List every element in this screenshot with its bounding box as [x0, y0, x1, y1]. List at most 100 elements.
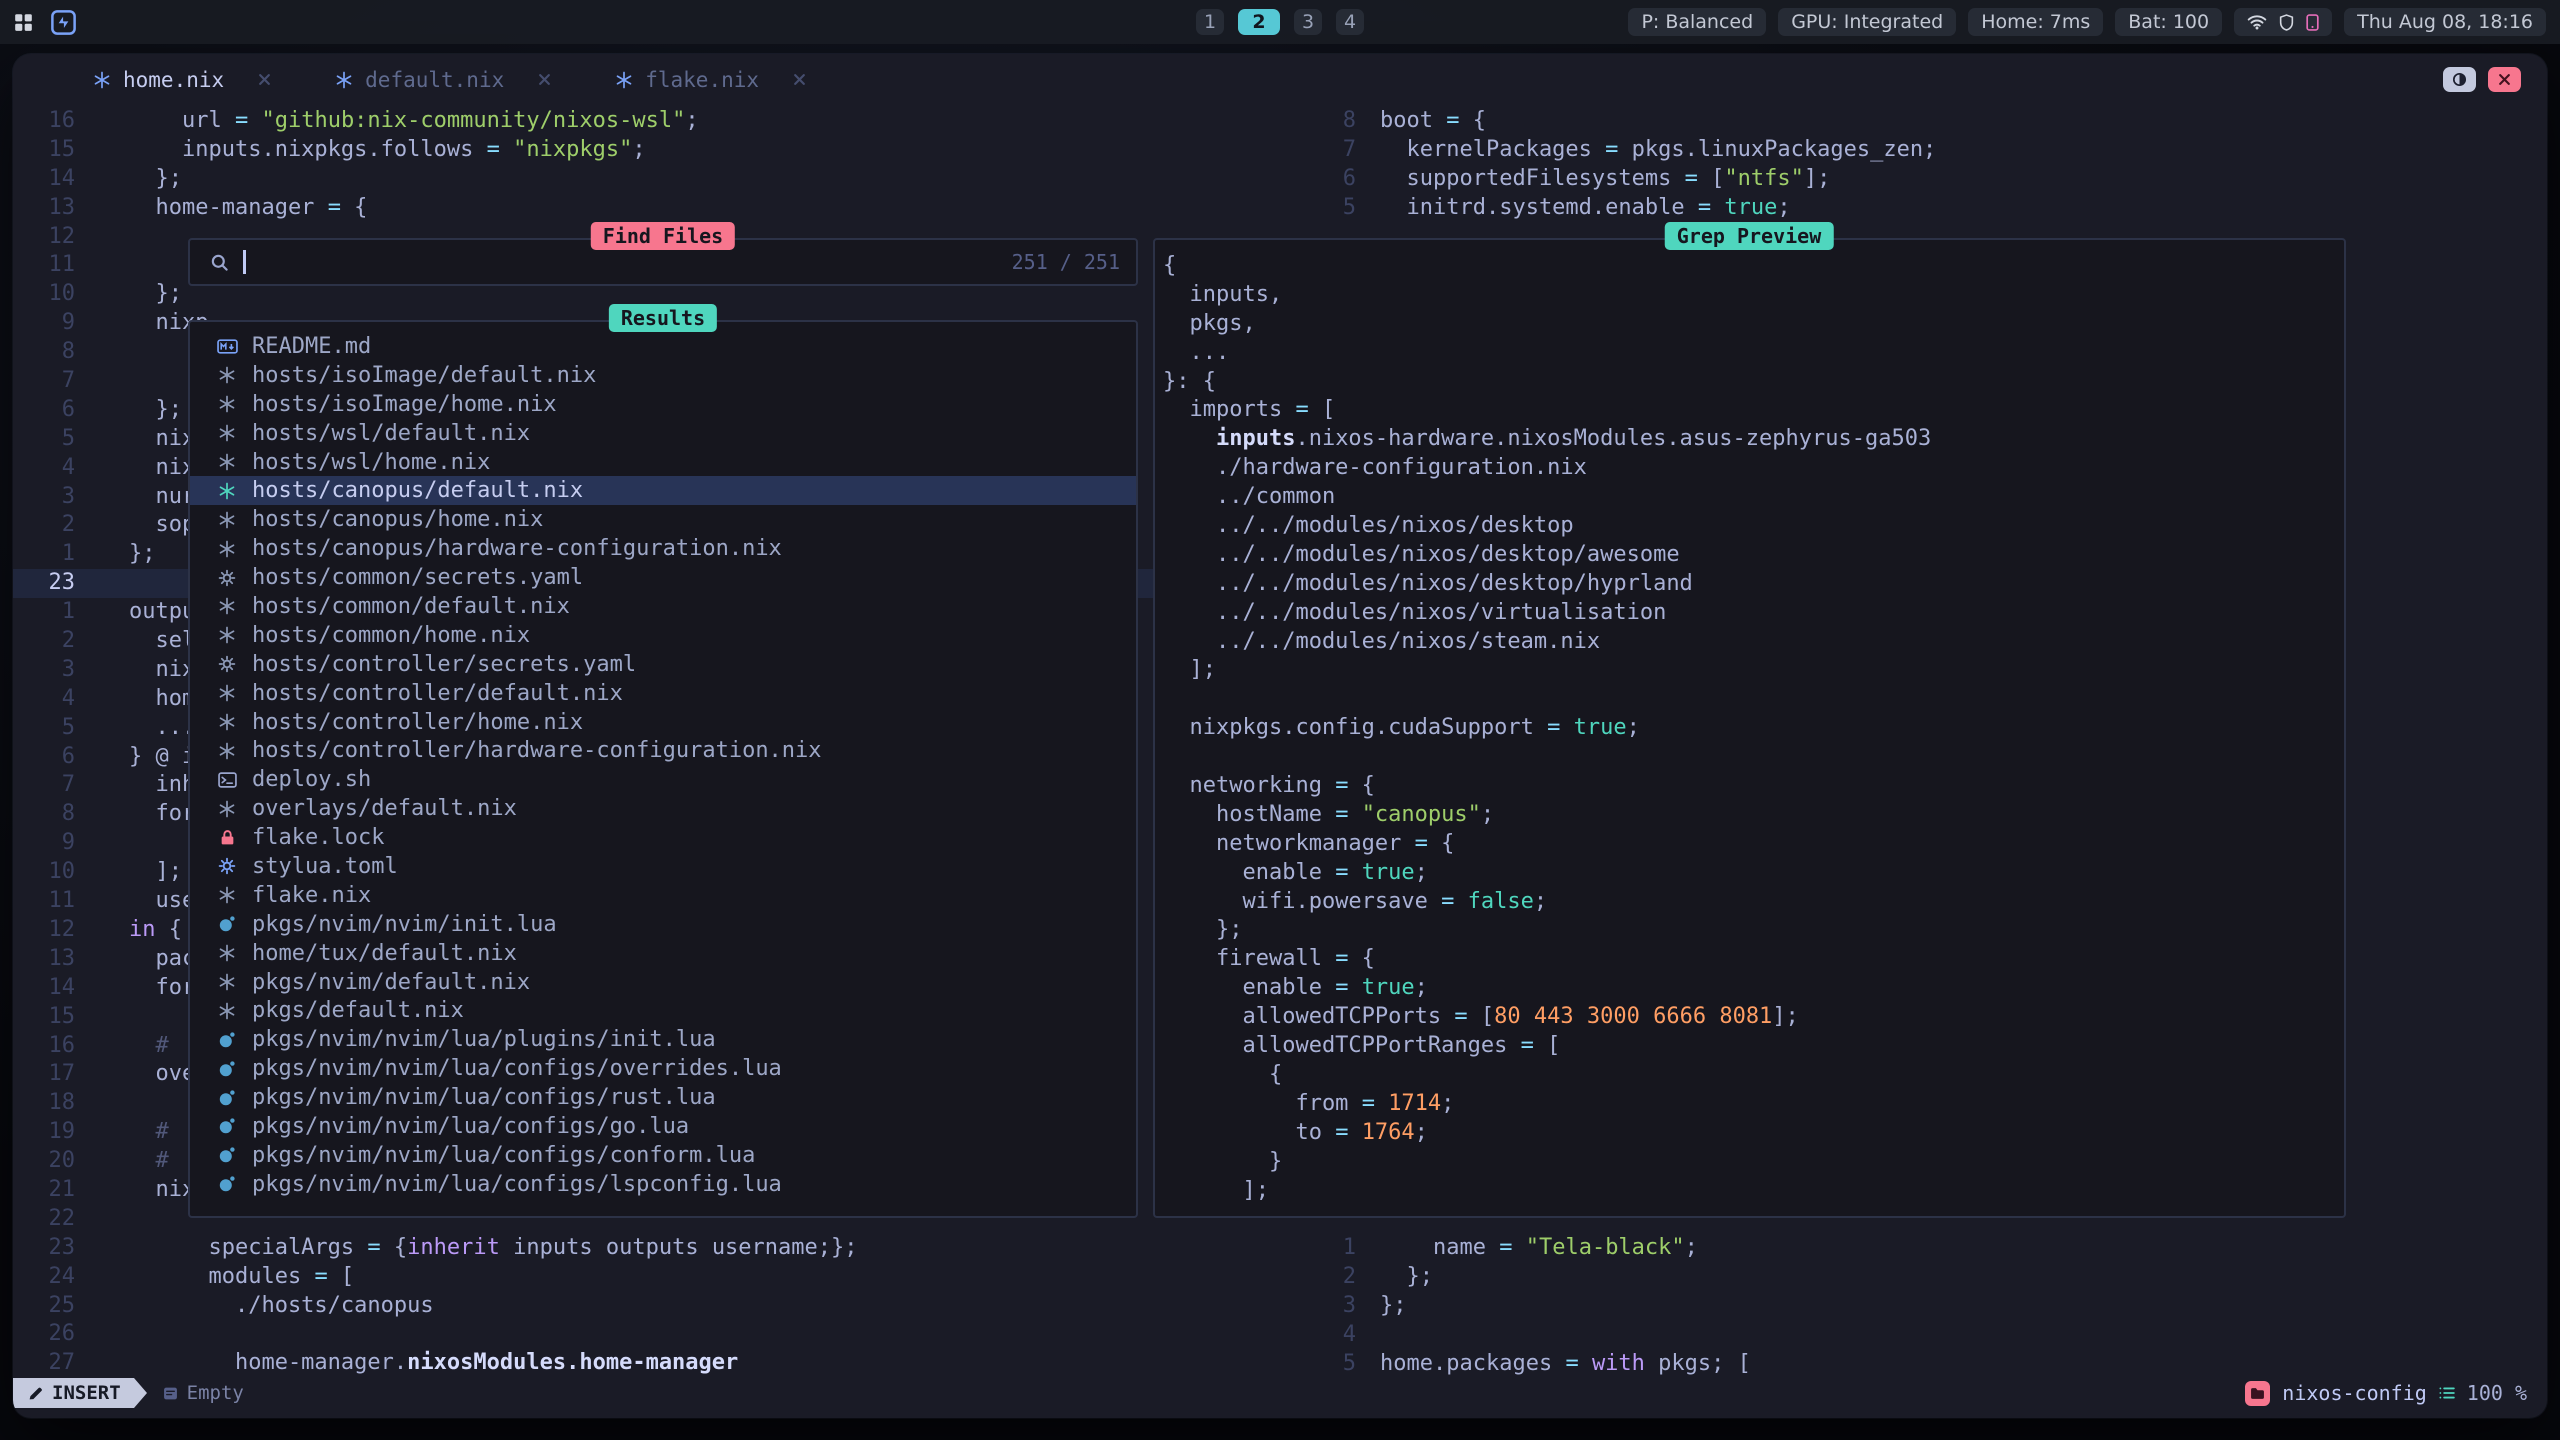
- result-item[interactable]: hosts/canopus/default.nix: [190, 476, 1136, 505]
- result-filename: hosts/common/secrets.yaml: [252, 565, 583, 590]
- focused-app-icon[interactable]: [51, 10, 76, 35]
- nix-icon: [212, 366, 242, 384]
- workspace-button-1[interactable]: 1: [1196, 9, 1224, 35]
- line-number: 3: [13, 483, 75, 512]
- result-item[interactable]: hosts/canopus/hardware-configuration.nix: [190, 534, 1136, 563]
- result-item[interactable]: pkgs/default.nix: [190, 996, 1136, 1025]
- statusline: INSERT Empty nixos-config 100 %: [13, 1378, 2547, 1408]
- result-item[interactable]: pkgs/nvim/nvim/lua/plugins/init.lua: [190, 1025, 1136, 1054]
- wifi-icon[interactable]: [2247, 14, 2267, 30]
- code-line: 15 inputs.nixpkgs.follows = "nixpkgs";: [13, 136, 1316, 165]
- code-text: };: [129, 396, 182, 425]
- result-item[interactable]: hosts/controller/default.nix: [190, 679, 1136, 708]
- apps-grid-icon[interactable]: [14, 13, 33, 32]
- result-item[interactable]: home/tux/default.nix: [190, 939, 1136, 968]
- workspace-button-4[interactable]: 4: [1336, 9, 1364, 35]
- result-item[interactable]: pkgs/nvim/default.nix: [190, 968, 1136, 997]
- code-text: ...: [129, 714, 195, 743]
- editor-pane-right-bottom[interactable]: 1 name = "Tela-black";2 };3};45home.pack…: [1316, 1234, 2547, 1378]
- result-item[interactable]: pkgs/nvim/nvim/lua/configs/overrides.lua: [190, 1054, 1136, 1083]
- line-number: 7: [13, 367, 75, 396]
- result-item[interactable]: flake.nix: [190, 881, 1136, 910]
- code-text: home.packages = with pkgs; [: [1380, 1350, 1751, 1378]
- tab-home.nix[interactable]: home.nix: [93, 68, 271, 92]
- result-item[interactable]: pkgs/nvim/nvim/lua/configs/go.lua: [190, 1112, 1136, 1141]
- code-text: name = "Tela-black";: [1380, 1234, 1698, 1263]
- line-number: 2: [1316, 1263, 1356, 1292]
- toggle-button[interactable]: [2443, 67, 2476, 92]
- close-button[interactable]: [2488, 67, 2521, 92]
- nix-icon: [212, 626, 242, 644]
- result-item[interactable]: hosts/controller/secrets.yaml: [190, 650, 1136, 679]
- tab-default.nix[interactable]: default.nix: [335, 68, 551, 92]
- code-text: sop: [129, 511, 195, 540]
- code-line: 8boot = {: [1316, 107, 2547, 136]
- result-item[interactable]: hosts/common/default.nix: [190, 592, 1136, 621]
- workspace-button-2[interactable]: 2: [1238, 9, 1280, 35]
- result-filename: hosts/wsl/default.nix: [252, 421, 530, 446]
- preview-line: imports = [: [1163, 396, 2344, 425]
- tab-close-icon[interactable]: [538, 73, 551, 86]
- result-item[interactable]: pkgs/nvim/nvim/lua/configs/conform.lua: [190, 1141, 1136, 1170]
- result-filename: hosts/isoImage/default.nix: [252, 363, 596, 388]
- nix-icon: [93, 71, 111, 89]
- result-item[interactable]: hosts/isoImage/default.nix: [190, 361, 1136, 390]
- result-item[interactable]: hosts/controller/hardware-configuration.…: [190, 736, 1136, 765]
- result-item[interactable]: hosts/wsl/home.nix: [190, 448, 1136, 477]
- yaml-icon: [212, 569, 242, 587]
- preview-line: ../../modules/nixos/desktop/hyprland: [1163, 570, 2344, 599]
- tab-flake.nix[interactable]: flake.nix: [615, 68, 806, 92]
- tabbar: home.nix default.nix flake.nix: [13, 54, 2547, 105]
- result-item[interactable]: hosts/common/home.nix: [190, 621, 1136, 650]
- finder-results-panel: README.mdhosts/isoImage/default.nixhosts…: [188, 320, 1138, 1218]
- result-item[interactable]: flake.lock: [190, 823, 1136, 852]
- result-item[interactable]: stylua.toml: [190, 852, 1136, 881]
- scroll-position: 100 %: [2467, 1381, 2527, 1405]
- line-number: 26: [13, 1320, 75, 1349]
- nix-icon: [212, 973, 242, 991]
- result-item[interactable]: deploy.sh: [190, 765, 1136, 794]
- result-item[interactable]: hosts/isoImage/home.nix: [190, 390, 1136, 419]
- nix-icon: [212, 482, 242, 500]
- line-number: 20: [13, 1147, 75, 1176]
- editor-pane-right-top[interactable]: 8boot = {7 kernelPackages = pkgs.linuxPa…: [1316, 107, 2547, 223]
- result-item[interactable]: overlays/default.nix: [190, 794, 1136, 823]
- shield-icon[interactable]: [2279, 14, 2294, 31]
- result-item[interactable]: pkgs/nvim/nvim/lua/configs/rust.lua: [190, 1083, 1136, 1112]
- mode-label: INSERT: [52, 1382, 121, 1404]
- result-item[interactable]: README.md: [190, 332, 1136, 361]
- topbar-left: [14, 10, 76, 35]
- preview-line: firewall = {: [1163, 945, 2344, 974]
- finder-preview-panel: { inputs, pkgs, ...}: { imports = [ inpu…: [1153, 238, 2346, 1218]
- code-text: boot = {: [1380, 107, 1486, 136]
- tab-close-icon[interactable]: [793, 73, 806, 86]
- line-number: 15: [13, 136, 75, 165]
- code-line: 13 home-manager = {: [13, 194, 1316, 223]
- workspace-button-3[interactable]: 3: [1294, 9, 1322, 35]
- result-filename: README.md: [252, 334, 371, 359]
- tab-close-icon[interactable]: [258, 73, 271, 86]
- result-item[interactable]: pkgs/nvim/nvim/lua/configs/lspconfig.lua: [190, 1170, 1136, 1199]
- code-text: ove: [129, 1060, 195, 1089]
- code-text: ];: [129, 858, 182, 887]
- code-text: hom: [129, 685, 195, 714]
- lua-icon: [212, 1118, 242, 1134]
- tab-label: default.nix: [365, 68, 504, 92]
- result-item[interactable]: hosts/wsl/default.nix: [190, 419, 1136, 448]
- result-item[interactable]: pkgs/nvim/nvim/init.lua: [190, 910, 1136, 939]
- result-filename: flake.lock: [252, 825, 384, 850]
- editor-window: home.nixdefault.nixflake.nix 16 url = "g…: [13, 54, 2547, 1418]
- line-number: 10: [13, 280, 75, 309]
- buffer-label: Empty: [187, 1382, 244, 1404]
- tab-label: flake.nix: [645, 68, 759, 92]
- preview-line: ../../modules/nixos/virtualisation: [1163, 599, 2344, 628]
- code-text: initrd.systemd.enable = true;: [1380, 194, 1791, 223]
- yaml-icon: [212, 655, 242, 673]
- preview-line: ../../modules/nixos/steam.nix: [1163, 628, 2344, 657]
- result-filename: flake.nix: [252, 883, 371, 908]
- result-item[interactable]: hosts/controller/home.nix: [190, 708, 1136, 737]
- phone-icon[interactable]: [2306, 14, 2319, 31]
- result-item[interactable]: hosts/common/secrets.yaml: [190, 563, 1136, 592]
- result-item[interactable]: hosts/canopus/home.nix: [190, 505, 1136, 534]
- result-filename: hosts/controller/hardware-configuration.…: [252, 738, 822, 763]
